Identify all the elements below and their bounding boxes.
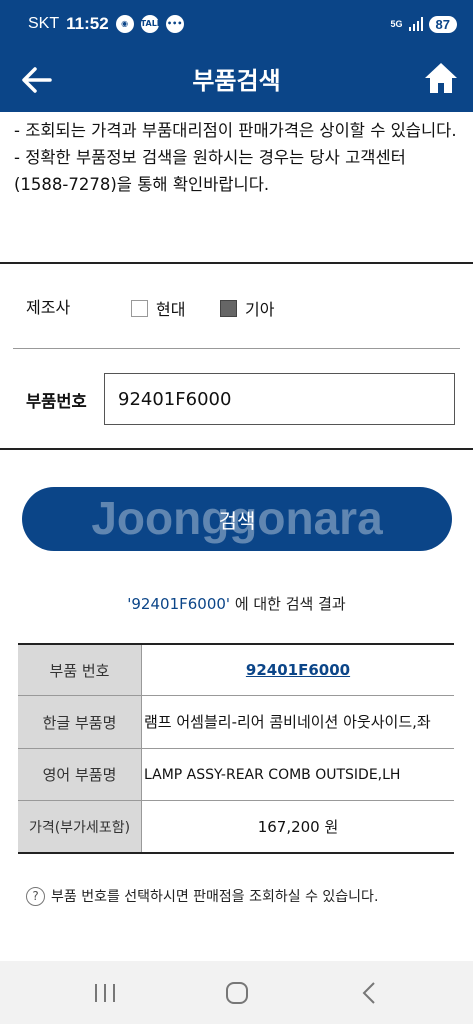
network-type-icon: 5G	[390, 19, 403, 29]
hyundai-checkbox[interactable]	[131, 299, 148, 317]
result-caption-suffix: 에 대한 검색 결과	[230, 595, 346, 613]
clock: 11:52	[66, 14, 109, 33]
table-header-cell: 한글 부품명	[18, 696, 142, 748]
result-caption: '92401F6000' 에 대한 검색 결과	[0, 593, 473, 614]
search-button-label: 검색	[218, 508, 256, 533]
back-nav-icon[interactable]	[355, 978, 385, 1008]
table-header-cell: 부품 번호	[18, 645, 142, 695]
maker-option-hyundai[interactable]: 현대	[131, 296, 185, 320]
result-query: '92401F6000'	[127, 595, 231, 613]
message-icon: •••	[165, 15, 184, 33]
table-cell: LAMP ASSY-REAR COMB OUTSIDE,LH	[144, 766, 401, 783]
table-row: 가격(부가세포함) 167,200 원	[18, 801, 454, 852]
table-row: 영어 부품명 LAMP ASSY-REAR COMB OUTSIDE,LH	[18, 749, 454, 801]
part-number-link[interactable]: 92401F6000	[246, 658, 350, 682]
home-nav-icon[interactable]	[222, 978, 252, 1008]
table-cell: 167,200 원	[257, 817, 339, 836]
home-icon[interactable]	[423, 61, 459, 95]
divider	[13, 348, 460, 349]
table-header-cell: 가격(부가세포함)	[18, 801, 142, 852]
talk-icon: TALK	[140, 15, 163, 33]
screen-record-icon: ◉	[115, 15, 134, 33]
page-title: 부품검색	[192, 67, 281, 95]
help-text: 부품 번호를 선택하시면 판매점을 조회하실 수 있습니다.	[51, 889, 379, 905]
kia-label: 기아	[245, 300, 275, 319]
notice-line-price: - 조회되는 가격과 부품대리점이 판매가격은 상이할 수 있습니다.	[14, 121, 457, 140]
help-note: ? 부품 번호를 선택하시면 판매점을 조회하실 수 있습니다.	[26, 886, 378, 906]
table-header-cell: 영어 부품명	[18, 749, 142, 800]
recent-apps-icon[interactable]	[90, 978, 120, 1008]
hyundai-label: 현대	[156, 300, 186, 319]
signal-icon	[408, 17, 423, 31]
help-icon: ?	[26, 886, 45, 906]
result-table: 부품 번호 92401F6000 한글 부품명 램프 어셈블리-리어 콤비네이션…	[18, 643, 454, 854]
divider	[0, 262, 473, 264]
search-button[interactable]: Joonggonara 검색	[22, 487, 452, 551]
system-nav-bar	[0, 961, 473, 1024]
table-row: 한글 부품명 램프 어셈블리-리어 콤비네이션 아웃사이드,좌	[18, 696, 454, 749]
status-left: SKT 11:52 ◉ TALK •••	[28, 14, 184, 34]
carrier-label: SKT	[28, 15, 60, 32]
maker-label: 제조사	[26, 298, 71, 317]
part-number-label: 부품번호	[26, 392, 87, 411]
divider	[0, 448, 473, 450]
table-row: 부품 번호 92401F6000	[18, 645, 454, 696]
status-right: 5G 87	[390, 15, 457, 33]
table-cell: 92401F6000	[142, 645, 454, 695]
notice-text: - 조회되는 가격과 부품대리점이 판매가격은 상이할 수 있습니다. - 정확…	[14, 117, 464, 198]
status-bar: SKT 11:52 ◉ TALK ••• 5G 87	[0, 0, 473, 48]
battery-indicator: 87	[428, 15, 457, 33]
part-number-input[interactable]	[104, 373, 455, 425]
notice-line-contact: - 정확한 부품정보 검색을 원하시는 경우는 당사 고객센터 (1588-72…	[14, 148, 406, 194]
kia-checkbox[interactable]	[220, 299, 237, 317]
app-bar: 부품검색	[0, 48, 473, 112]
table-cell: 램프 어셈블리-리어 콤비네이션 아웃사이드,좌	[144, 713, 431, 731]
maker-option-kia[interactable]: 기아	[220, 296, 274, 320]
